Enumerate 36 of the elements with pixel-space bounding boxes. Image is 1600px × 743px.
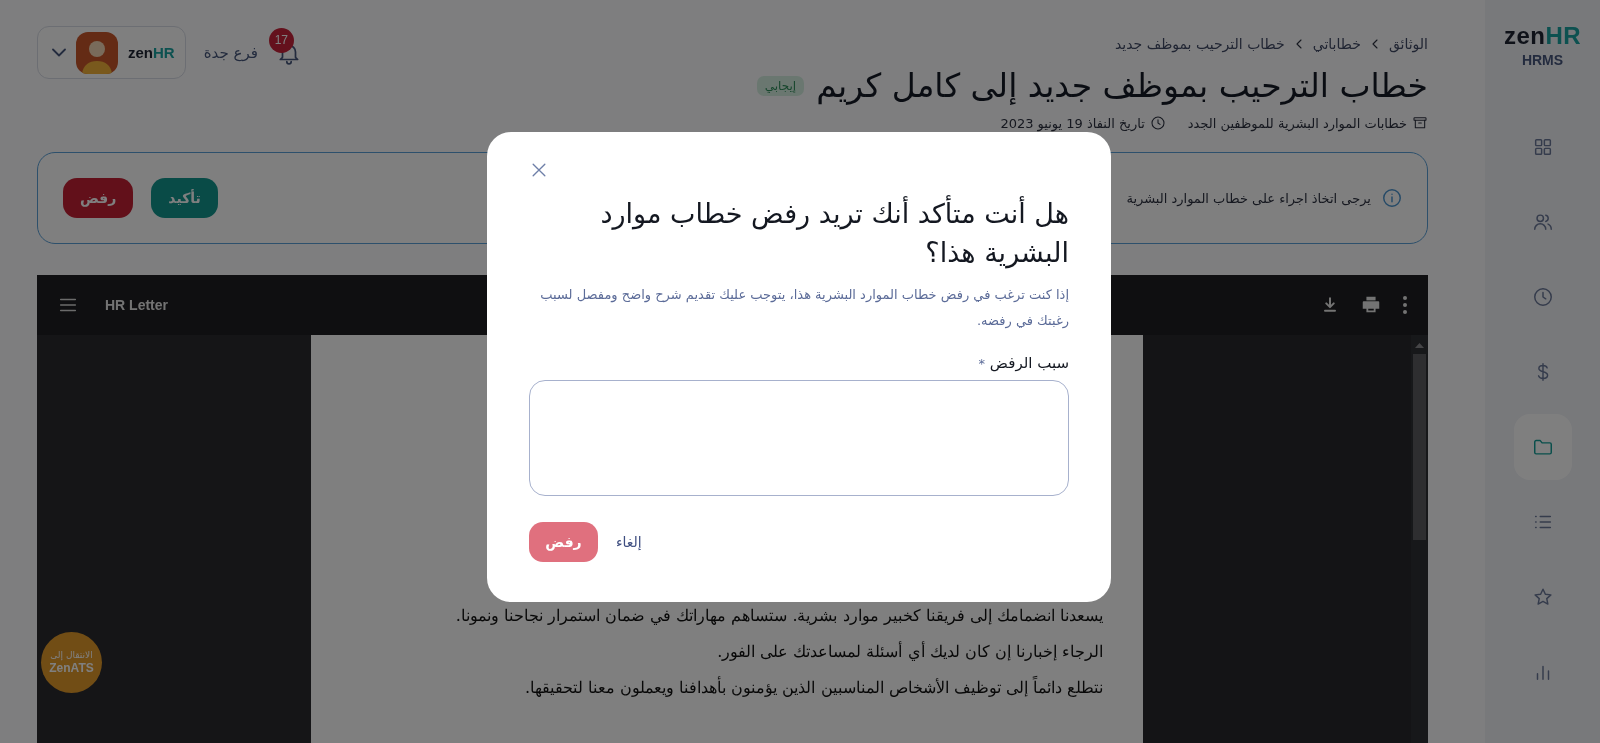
- breadcrumb-item: خطاب الترحيب بموظف جديد: [1114, 36, 1285, 52]
- more-icon: [1402, 295, 1408, 315]
- meta-text: تاريخ النفاذ 19 يونيو 2023: [1000, 115, 1145, 131]
- reject-button[interactable]: رفض: [63, 178, 134, 218]
- reject-button[interactable]: رفض: [529, 522, 598, 562]
- clock-icon: [1531, 286, 1554, 308]
- clock-icon: [1149, 115, 1166, 131]
- account-switcher[interactable]: zenHR: [37, 26, 186, 79]
- breadcrumb-item[interactable]: الوثائق: [1388, 36, 1428, 52]
- document-title: HR Letter: [105, 297, 168, 313]
- dialog-title: هل أنت متأكد أنك تريد رفض خطاب موارد البشرية هذا؟: [529, 194, 1069, 272]
- page-title: خطاب الترحيب بموظف جديد إلى كامل كريم: [816, 66, 1428, 105]
- chevron-down-icon: [52, 48, 66, 57]
- nav-item[interactable]: [1513, 414, 1572, 480]
- reason-field[interactable]: [529, 380, 1069, 496]
- letter-paragraph: الرجاء إخبارنا إن كان لديك أي أسئلة لمساعدتك على الفور.: [716, 640, 1103, 663]
- company-logo: zenHR: [128, 44, 175, 61]
- users-icon: [1531, 211, 1554, 233]
- archive-icon: [1412, 115, 1428, 131]
- confirm-button[interactable]: تأكيد: [151, 178, 218, 218]
- notice-text: يرجى اتخاذ اجراء على خطاب الموارد البشرية: [1126, 190, 1371, 206]
- dialog-message: إذا كنت ترغب في رفض خطاب الموارد البشرية هذا، يتوجب عليك تقديم شرح واضح ومفصل لسبب رغبتك في رفضه.: [539, 286, 1069, 331]
- avatar: [76, 31, 118, 74]
- app-logo: zenHR: [1503, 22, 1582, 50]
- meta-text: خطابات الموارد البشرية للموظفين الجدد: [1187, 115, 1407, 131]
- product-name: HRMS: [1521, 52, 1564, 68]
- scroll-up-icon[interactable]: [1415, 343, 1424, 348]
- letter-paragraph: نتطلع دائماً إلى توظيف الأشخاص المناسبين الذين يؤمنون بأهدافنا ويعملون معنا لتحقيقها.: [523, 675, 1103, 699]
- status-badge: إيجابي: [756, 75, 805, 96]
- notification-count: 17: [268, 27, 294, 53]
- breadcrumb-item[interactable]: خطاباتي: [1312, 36, 1361, 52]
- field-label: سبب الرفض *: [977, 354, 1069, 372]
- info-icon: [1381, 187, 1403, 209]
- letter-paragraph: يسعدنا انضمامك إلى فريقنا كخبير موارد بشرية. ستساهم مهاراتك في ضمان استمرار نجاحنا ونمونا.: [454, 605, 1103, 627]
- branch-name: فرع جدة: [203, 43, 258, 62]
- cancel-link[interactable]: إلغاء: [616, 534, 642, 550]
